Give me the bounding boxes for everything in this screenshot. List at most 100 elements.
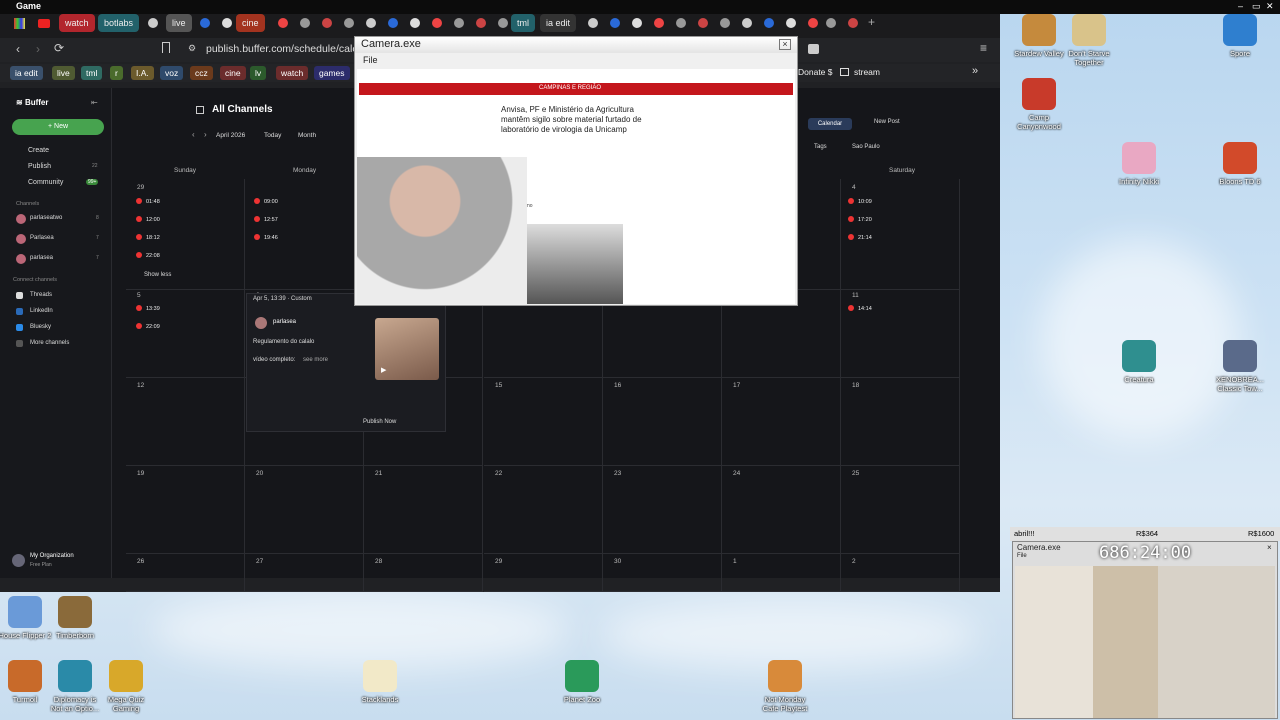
tab-0[interactable]: watch (59, 14, 95, 32)
calendar-day[interactable] (245, 466, 364, 554)
desktop-icon[interactable]: Planet Zoo (554, 660, 610, 704)
today-button[interactable]: Today (264, 132, 281, 139)
show-less-link[interactable]: Show less (144, 272, 171, 278)
view-select[interactable]: Month (298, 132, 316, 139)
tab-favicon-icon[interactable] (826, 18, 836, 28)
calendar-day[interactable] (364, 466, 483, 554)
connect-item[interactable]: LinkedIn (30, 308, 53, 314)
forward-icon[interactable]: › (36, 42, 40, 56)
extension-icon[interactable] (808, 44, 819, 54)
desktop-icon[interactable]: Not Monday Cafe Playtest (757, 660, 813, 713)
new-post-button[interactable]: New Post (874, 119, 900, 125)
tab-1[interactable]: botlabs (98, 14, 140, 32)
camera-file-menu[interactable]: File (363, 55, 378, 65)
bookmark-10[interactable]: games (314, 66, 350, 80)
bookmark-donate[interactable]: Donate $ (798, 67, 833, 77)
tab-favicon-icon[interactable] (344, 18, 354, 28)
bookmark-2[interactable]: tml (81, 66, 103, 80)
tab-favicon-icon[interactable] (654, 18, 664, 28)
desktop-icon[interactable]: Stardew Valley (1011, 14, 1067, 58)
desktop-icon[interactable]: Camp Canyonwood (1011, 78, 1067, 131)
desktop-icon[interactable]: Stacklands (352, 660, 408, 704)
site-settings-icon[interactable]: ⚙ (188, 43, 196, 54)
calendar-day[interactable] (603, 466, 722, 554)
bookmark-stream[interactable]: stream (854, 67, 880, 77)
scheduled-post[interactable]: 12:57 (254, 215, 278, 225)
camera-close-icon[interactable]: × (779, 39, 791, 50)
desktop-icon[interactable]: Spore (1212, 14, 1268, 58)
tab-4[interactable]: tml (511, 14, 535, 32)
minimize-icon[interactable]: – (1238, 1, 1243, 11)
calendar-day[interactable] (841, 554, 960, 592)
desktop-icon[interactable]: Infinity Nikki (1111, 142, 1167, 186)
bookmark-8[interactable]: lv (250, 66, 267, 80)
scheduled-post[interactable]: 10:09 (848, 197, 872, 207)
bookmark-9[interactable]: watch (276, 66, 309, 80)
channel-item[interactable]: parlaseatwo (30, 215, 62, 221)
app-grid-icon[interactable] (14, 18, 25, 29)
bookmark-6[interactable]: ccz (190, 66, 213, 80)
calendar-toggle[interactable]: Calendar (808, 118, 852, 130)
new-button[interactable]: + New (12, 119, 104, 135)
bookmark-1[interactable]: live (52, 66, 75, 80)
bookmark-4[interactable]: I.A. (131, 66, 154, 80)
bookmark-3[interactable]: r (110, 66, 123, 80)
desktop-icon[interactable]: Timberborn (47, 596, 103, 640)
connect-item[interactable]: Bluesky (30, 324, 51, 330)
scheduled-post[interactable]: 19:46 (254, 233, 278, 243)
reload-icon[interactable]: ⟳ (54, 41, 64, 55)
calendar-day[interactable] (126, 466, 245, 554)
tab-favicon-icon[interactable] (278, 18, 288, 28)
play-icon[interactable]: ▶ (381, 366, 386, 374)
tab-favicon-icon[interactable] (410, 18, 420, 28)
tab-favicon-icon[interactable] (588, 18, 598, 28)
calendar-day[interactable] (126, 378, 245, 466)
news-video[interactable] (527, 224, 623, 304)
timezone-select[interactable]: Sao Paulo (852, 144, 880, 150)
webcam-menu[interactable]: File (1017, 553, 1027, 559)
bookmark-7[interactable]: cine (220, 66, 246, 80)
sidebar-collapse-icon[interactable]: ⇤ (91, 98, 98, 107)
desktop-icon[interactable]: Diplomacy is Not an Optio... (47, 660, 103, 713)
calendar-day[interactable] (722, 554, 841, 592)
scheduled-post[interactable]: 09:00 (254, 197, 278, 207)
scheduled-post[interactable]: 14:14 (848, 304, 872, 314)
scheduled-post[interactable]: 01:48 (136, 197, 160, 207)
sidebar-item-create[interactable]: Create (28, 147, 49, 154)
scheduled-post[interactable]: 12:00 (136, 215, 160, 225)
tab-favicon-icon[interactable] (764, 18, 774, 28)
tab-favicon-icon[interactable] (300, 18, 310, 28)
desktop-icon[interactable]: Creatura (1111, 340, 1167, 384)
sidebar-item-community[interactable]: Community (28, 179, 63, 186)
desktop-icon[interactable]: Mega Quiz Gaming (98, 660, 154, 713)
scheduled-post[interactable]: 17:20 (848, 215, 872, 225)
tab-favicon-icon[interactable] (786, 18, 796, 28)
prev-month-icon[interactable]: ‹ (192, 130, 195, 139)
sidebar-item-publish[interactable]: Publish (28, 163, 51, 170)
tab-favicon-icon[interactable] (498, 18, 508, 28)
tab-favicon-icon[interactable] (148, 18, 158, 28)
tab-5[interactable]: ia edit (540, 14, 577, 32)
channel-item[interactable]: Parlasea (30, 235, 54, 241)
maximize-icon[interactable]: ▭ (1252, 1, 1261, 12)
calendar-day[interactable] (722, 466, 841, 554)
url-field[interactable]: publish.buffer.com/schedule/calend (206, 43, 370, 55)
desktop-icon[interactable]: Turmoil (0, 660, 53, 704)
tab-favicon-icon[interactable] (720, 18, 730, 28)
new-tab-icon[interactable]: + (868, 15, 875, 29)
tab-favicon-icon[interactable] (476, 18, 486, 28)
desktop-icon[interactable]: Bloons TD 6 (1212, 142, 1268, 186)
channel-item[interactable]: parlasea (30, 255, 53, 261)
calendar-day[interactable] (841, 378, 960, 466)
next-month-icon[interactable]: › (204, 130, 207, 139)
tab-favicon-icon[interactable] (742, 18, 752, 28)
connect-item[interactable]: More channels (30, 340, 69, 346)
tab-favicon-icon[interactable] (454, 18, 464, 28)
tab-favicon-icon[interactable] (632, 18, 642, 28)
back-icon[interactable]: ‹ (16, 42, 20, 56)
menu-icon[interactable]: ≡ (980, 41, 987, 55)
calendar-day[interactable] (484, 466, 603, 554)
tab-favicon-icon[interactable] (808, 18, 818, 28)
scheduled-post[interactable]: 22:09 (136, 322, 160, 332)
bookmark-0[interactable]: ia edit (10, 66, 43, 80)
